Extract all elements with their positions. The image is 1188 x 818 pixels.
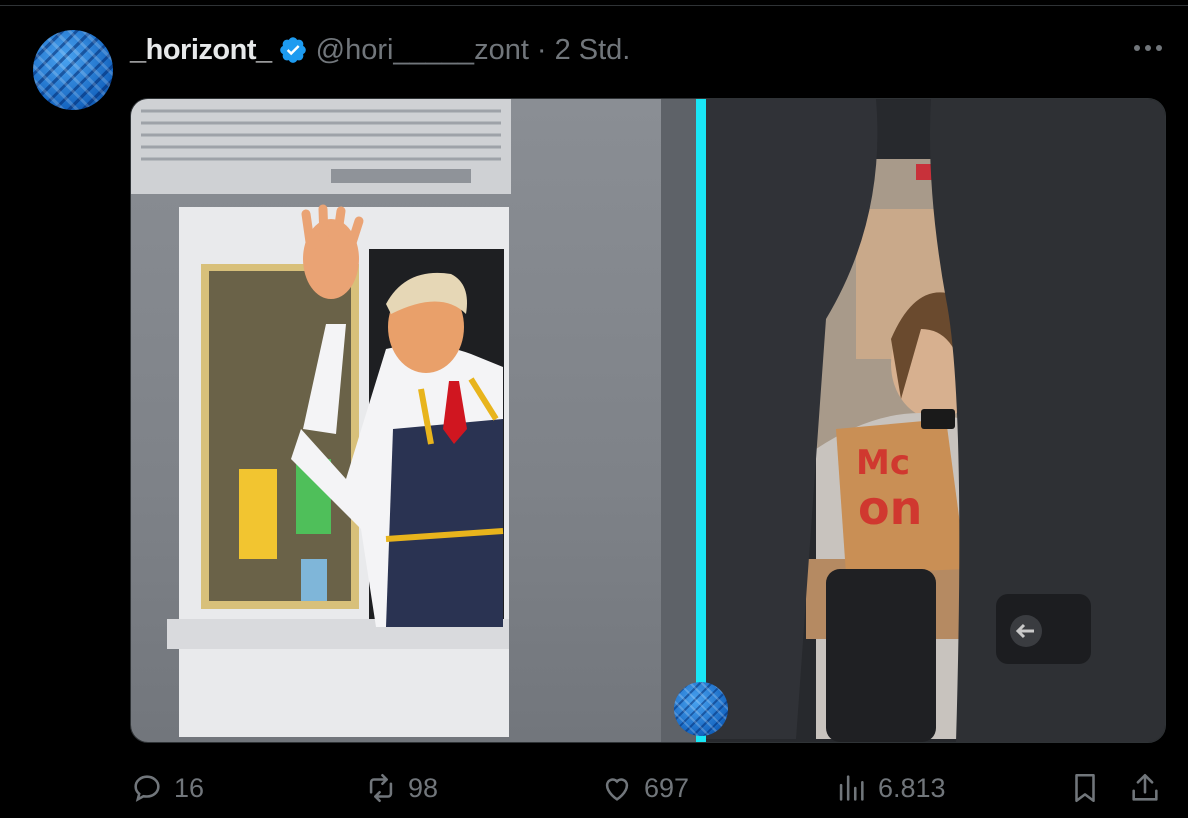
photo-train-passenger-with-mcdonalds-bag[interactable]: Mc on <box>706 99 1165 742</box>
bookmark-icon <box>1075 773 1095 803</box>
reply-button[interactable]: 16 <box>130 760 204 816</box>
avatar[interactable] <box>33 30 113 110</box>
bookmark-button[interactable] <box>1068 760 1112 816</box>
tweet-header: _horizont_ @hori_____zont · 2 Std. <box>130 30 630 70</box>
share-button[interactable] <box>1128 760 1172 816</box>
like-count: 697 <box>644 772 690 803</box>
tweet-media[interactable]: Mc on <box>130 98 1166 743</box>
share-icon <box>1132 773 1158 801</box>
tweet-actions: 16 98 697 6.813 <box>0 760 1188 816</box>
retweet-button[interactable]: 98 <box>364 760 438 816</box>
display-name[interactable]: _horizont_ <box>130 34 272 67</box>
image-divider <box>696 99 706 742</box>
timestamp[interactable]: 2 Std. <box>555 34 631 67</box>
svg-text:Mc: Mc <box>856 443 910 483</box>
svg-text:on: on <box>858 481 922 535</box>
reply-icon <box>134 775 160 802</box>
photo-drive-thru-window-waving[interactable] <box>131 99 696 742</box>
separator-dot: · <box>536 33 547 66</box>
retweet-count: 98 <box>408 772 439 803</box>
user-handle[interactable]: @hori_____zont <box>316 34 529 67</box>
views-count: 6.813 <box>878 772 946 803</box>
views-icon <box>839 775 864 801</box>
like-button[interactable]: 697 <box>600 760 689 816</box>
reply-count: 16 <box>174 772 205 803</box>
watermark-logo <box>674 682 728 736</box>
verified-badge-icon[interactable] <box>278 35 308 65</box>
more-icon[interactable] <box>1130 30 1166 66</box>
retweet-icon <box>369 773 393 803</box>
views-button[interactable]: 6.813 <box>834 760 946 816</box>
heart-icon <box>605 778 629 801</box>
top-divider <box>0 5 1188 6</box>
